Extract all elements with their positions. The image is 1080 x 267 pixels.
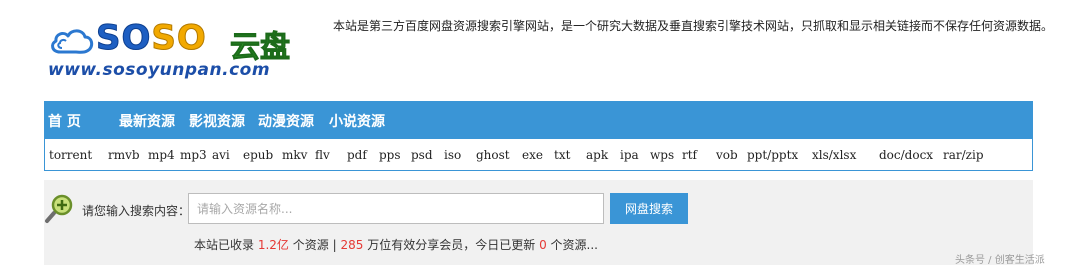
format-link[interactable]: vob xyxy=(716,148,738,162)
format-link[interactable]: flv xyxy=(315,148,330,162)
stats-today-text: 个资源... xyxy=(550,238,598,252)
search-label: 请您输入搜索内容： xyxy=(82,204,191,218)
format-link[interactable]: apk xyxy=(586,148,608,162)
format-link[interactable]: doc/docx xyxy=(879,148,933,162)
nav-item-novels[interactable]: 小说资源 xyxy=(329,111,385,131)
logo-wordmark: SOSO xyxy=(95,18,207,59)
format-link[interactable]: ppt/pptx xyxy=(747,148,798,162)
format-link[interactable]: mp4 xyxy=(148,148,175,162)
site-stats: 本站已收录 1.2亿 个资源 | 285 万位有效分享会员，今日已更新 0 个资… xyxy=(194,236,598,253)
stats-resource-unit: 个资源 xyxy=(292,238,329,252)
main-nav: 首 页 最新资源 影视资源 动漫资源 小说资源 xyxy=(44,101,1033,139)
nav-item-movies[interactable]: 影视资源 xyxy=(189,111,245,131)
nav-item-anime[interactable]: 动漫资源 xyxy=(258,111,314,131)
watermark: 头条号 / 创客生活派 xyxy=(955,255,1045,266)
magnifier-plus-icon xyxy=(45,194,73,223)
format-link[interactable]: rar/zip xyxy=(943,148,984,162)
format-link[interactable]: iso xyxy=(444,148,461,162)
format-link[interactable]: avi xyxy=(212,148,230,162)
stats-member-text: 万位有效分享会员，今日已更新 xyxy=(367,238,536,252)
site-header: SOSO 云盘 www.sosoyunpan.com 本站是第三方百度网盘资源搜… xyxy=(0,0,1080,98)
search-panel: 请您输入搜索内容： 网盘搜索 本站已收录 1.2亿 个资源 | 285 万位有效… xyxy=(44,180,1033,265)
nav-item-home[interactable]: 首 页 xyxy=(48,111,81,131)
format-link[interactable]: exe xyxy=(522,148,543,162)
search-button[interactable]: 网盘搜索 xyxy=(610,193,688,224)
format-link[interactable]: rmvb xyxy=(108,148,140,162)
format-link[interactable]: mp3 xyxy=(180,148,207,162)
format-links-bar: torrent rmvb mp4 mp3 avi epub mkv flv pd… xyxy=(44,139,1033,171)
stats-resource-count: 1.2亿 xyxy=(257,238,289,252)
search-input[interactable] xyxy=(188,193,604,224)
format-link[interactable]: txt xyxy=(554,148,570,162)
nav-item-latest[interactable]: 最新资源 xyxy=(119,111,175,131)
format-link[interactable]: xls/xlsx xyxy=(812,148,856,162)
format-link[interactable]: torrent xyxy=(49,148,92,162)
format-link[interactable]: pps xyxy=(379,148,401,162)
site-logo[interactable]: SOSO 云盘 www.sosoyunpan.com xyxy=(44,14,294,84)
format-link[interactable]: ghost xyxy=(476,148,510,162)
stats-separator: | xyxy=(332,238,337,252)
site-notice: 本站是第三方百度网盘资源搜索引擎网站，是一个研究大数据及垂直搜索引擎技术网站，只… xyxy=(333,19,1054,33)
format-link[interactable]: psd xyxy=(411,148,433,162)
format-link[interactable]: wps xyxy=(650,148,674,162)
stats-member-count: 285 xyxy=(340,238,364,252)
format-link[interactable]: mkv xyxy=(282,148,307,162)
format-link[interactable]: pdf xyxy=(347,148,367,162)
stats-today-count: 0 xyxy=(539,238,547,252)
format-link[interactable]: epub xyxy=(243,148,273,162)
cloud-logo-icon xyxy=(51,29,94,54)
format-link[interactable]: ipa xyxy=(620,148,639,162)
logo-url: www.sosoyunpan.com xyxy=(48,60,271,80)
stats-prefix: 本站已收录 xyxy=(194,238,255,252)
format-link[interactable]: rtf xyxy=(682,148,697,162)
